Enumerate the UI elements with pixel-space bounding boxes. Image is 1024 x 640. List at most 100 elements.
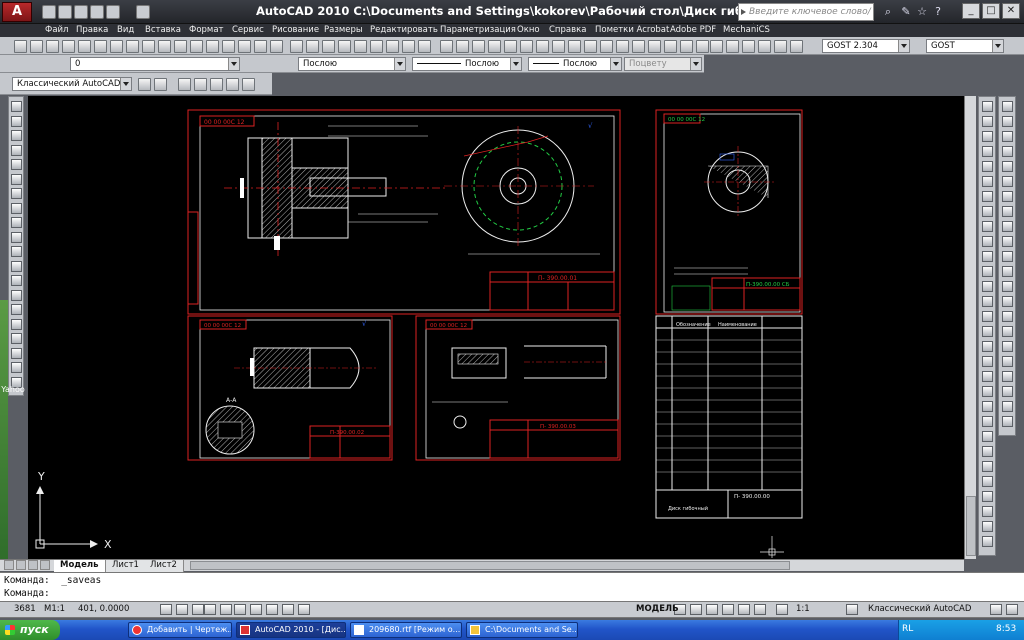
status-scale[interactable]: M1:1 bbox=[44, 604, 65, 614]
start-button[interactable]: пуск bbox=[0, 620, 60, 640]
modify-tool-8-icon[interactable] bbox=[982, 206, 993, 217]
mechanics-tool-18-icon[interactable] bbox=[1002, 356, 1013, 367]
task-autocad[interactable]: AutoCAD 2010 - [Дис... bbox=[236, 622, 346, 638]
menu-file[interactable]: Файл bbox=[45, 24, 68, 37]
lineweight-select[interactable]: Послою bbox=[528, 57, 622, 71]
standard-tool-12-icon[interactable] bbox=[190, 40, 203, 53]
menu-mechanics[interactable]: MechaniCS bbox=[723, 24, 770, 37]
standard-tool-4-icon[interactable] bbox=[62, 40, 75, 53]
standard-tool-2-icon[interactable] bbox=[30, 40, 43, 53]
standard-tool-47-icon[interactable] bbox=[758, 40, 771, 53]
modify-tool-24-icon[interactable] bbox=[982, 446, 993, 457]
horizontal-scrollbar[interactable] bbox=[190, 561, 790, 570]
annotation-scale[interactable]: 1:1 bbox=[796, 604, 810, 614]
standard-tool-43-icon[interactable] bbox=[696, 40, 709, 53]
standard-tool-49-icon[interactable] bbox=[790, 40, 803, 53]
tab-layout1[interactable]: Лист1 bbox=[106, 560, 146, 572]
mechanics-tool-3-icon[interactable] bbox=[210, 78, 223, 91]
standard-tool-13-icon[interactable] bbox=[206, 40, 219, 53]
menu-tools[interactable]: Сервис bbox=[232, 24, 264, 37]
sheet-part-main[interactable]: 00 00 00С 12 √ П- 390.00.01 bbox=[187, 109, 621, 315]
standard-tool-11-icon[interactable] bbox=[174, 40, 187, 53]
standard-tool-8-icon[interactable] bbox=[126, 40, 139, 53]
mechanics-tool-5-icon[interactable] bbox=[242, 78, 255, 91]
mechanics-tool-21-icon[interactable] bbox=[1002, 401, 1013, 412]
mechanics-tool-11-icon[interactable] bbox=[1002, 251, 1013, 262]
standard-tool-21-icon[interactable] bbox=[338, 40, 351, 53]
standard-tool-19-icon[interactable] bbox=[306, 40, 319, 53]
modify-tool-5-icon[interactable] bbox=[982, 161, 993, 172]
draw-tool-17-icon[interactable] bbox=[11, 333, 22, 344]
draw-tool-4-icon[interactable] bbox=[11, 144, 22, 156]
task-explorer[interactable]: C:\Documents and Se... bbox=[466, 622, 578, 638]
modify-tool-6-icon[interactable] bbox=[982, 176, 993, 187]
mechanics-tool-19-icon[interactable] bbox=[1002, 371, 1013, 382]
mechanics-tool-4-icon[interactable] bbox=[226, 78, 239, 91]
status-toggle-17-icon[interactable] bbox=[776, 604, 788, 615]
mechanics-tool-16-icon[interactable] bbox=[1002, 326, 1013, 337]
mechanics-tool-6-icon[interactable] bbox=[1002, 176, 1013, 187]
status-toggle-20-icon[interactable] bbox=[1006, 604, 1018, 615]
new-file-icon[interactable] bbox=[42, 5, 56, 19]
draw-tool-3-icon[interactable] bbox=[11, 130, 22, 141]
draw-tool-7-icon[interactable] bbox=[11, 188, 22, 199]
standard-tool-30-icon[interactable] bbox=[488, 40, 501, 53]
modify-tool-18-icon[interactable] bbox=[982, 356, 993, 367]
status-toggle-7-icon[interactable] bbox=[250, 604, 262, 615]
modify-tool-28-icon[interactable] bbox=[982, 506, 993, 517]
mechanics-tool-1-icon[interactable] bbox=[178, 78, 191, 91]
mechanics-tool-2-icon[interactable] bbox=[194, 78, 207, 91]
status-toggle-2-icon[interactable] bbox=[176, 604, 188, 615]
sheet-part-3[interactable]: 00 00 00С 12 П- 390.00.03 bbox=[415, 315, 621, 461]
sheet-specification[interactable]: Обозначение Наименование П- 390.00.00 Ди… bbox=[655, 315, 803, 519]
standard-tool-16-icon[interactable] bbox=[254, 40, 267, 53]
standard-tool-1-icon[interactable] bbox=[14, 40, 27, 53]
help-icon[interactable]: ? bbox=[930, 4, 946, 20]
standard-tool-6-icon[interactable] bbox=[94, 40, 107, 53]
menu-draw[interactable]: Рисование bbox=[272, 24, 319, 37]
draw-tool-11-icon[interactable] bbox=[11, 246, 22, 257]
mechanics-tool-3-icon[interactable] bbox=[1002, 131, 1013, 142]
status-toggle-4-icon[interactable] bbox=[204, 604, 216, 615]
vertical-scroll-thumb[interactable] bbox=[966, 496, 976, 556]
drawing-canvas[interactable]: 00 00 00С 12 √ П- 390.00.01 00 00 00С 12… bbox=[28, 96, 976, 559]
language-indicator[interactable]: RL bbox=[902, 624, 913, 634]
menu-help[interactable]: Справка bbox=[549, 24, 586, 37]
modify-tool-20-icon[interactable] bbox=[982, 386, 993, 397]
tab-first-icon[interactable] bbox=[4, 560, 14, 570]
minimize-button[interactable]: _ bbox=[962, 3, 980, 19]
status-toggle-12-icon[interactable] bbox=[690, 604, 702, 615]
tab-model[interactable]: Модель bbox=[54, 560, 106, 572]
modify-tool-1-icon[interactable] bbox=[982, 101, 993, 112]
status-coordinates[interactable]: 401, 0.0000 bbox=[78, 604, 129, 614]
autocad-logo-icon[interactable]: A bbox=[2, 2, 32, 22]
standard-tool-9-icon[interactable] bbox=[142, 40, 155, 53]
menu-format[interactable]: Формат bbox=[189, 24, 224, 37]
mechanics-tool-10-icon[interactable] bbox=[1002, 236, 1013, 247]
modify-tool-10-icon[interactable] bbox=[982, 236, 993, 247]
standard-tool-37-icon[interactable] bbox=[600, 40, 613, 53]
draw-tool-5-icon[interactable] bbox=[11, 159, 22, 170]
modify-tool-23-icon[interactable] bbox=[982, 431, 993, 442]
modify-tool-27-icon[interactable] bbox=[982, 491, 993, 502]
draw-tool-14-icon[interactable] bbox=[11, 289, 22, 301]
standard-tool-39-icon[interactable] bbox=[632, 40, 645, 53]
standard-tool-35-icon[interactable] bbox=[568, 40, 581, 53]
modify-tool-22-icon[interactable] bbox=[982, 416, 993, 427]
draw-tool-1-icon[interactable] bbox=[11, 101, 22, 112]
command-line[interactable] bbox=[0, 572, 1024, 602]
mechanics-tool-8-icon[interactable] bbox=[1002, 206, 1013, 217]
status-workspace[interactable]: Классический AutoCAD bbox=[868, 604, 971, 614]
menu-view[interactable]: Вид bbox=[117, 24, 134, 37]
workspace-settings-icon[interactable] bbox=[138, 78, 151, 91]
close-button[interactable]: ✕ bbox=[1002, 3, 1020, 19]
mechanics-tool-20-icon[interactable] bbox=[1002, 386, 1013, 397]
modify-tool-15-icon[interactable] bbox=[982, 311, 993, 322]
standard-tool-27-icon[interactable] bbox=[440, 40, 453, 53]
status-toggle-1-icon[interactable] bbox=[160, 604, 172, 615]
text-style-select[interactable]: GOST 2.304 bbox=[822, 39, 910, 53]
standard-tool-14-icon[interactable] bbox=[222, 40, 235, 53]
status-toggle-9-icon[interactable] bbox=[282, 604, 294, 615]
standard-tool-38-icon[interactable] bbox=[616, 40, 629, 53]
modify-tool-7-icon[interactable] bbox=[982, 191, 993, 202]
